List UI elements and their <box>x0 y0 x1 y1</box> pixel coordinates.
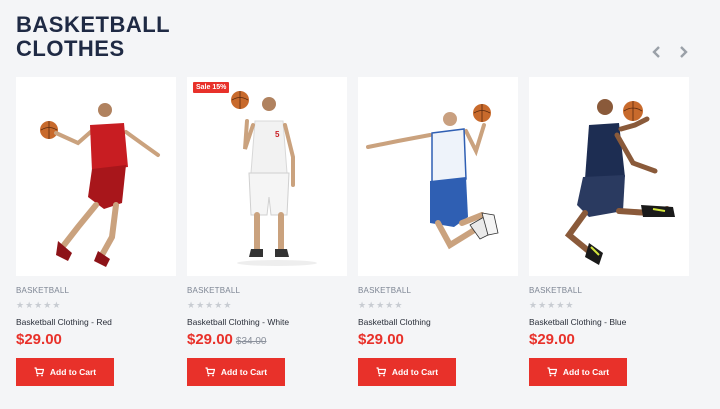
star-icon: ★ <box>358 301 367 311</box>
svg-text:5: 5 <box>275 130 280 139</box>
star-icon: ★ <box>376 301 385 311</box>
rating-stars: ★ ★ ★ ★ ★ <box>187 301 347 311</box>
star-icon: ★ <box>547 301 556 311</box>
add-to-cart-button[interactable]: Add to Cart <box>529 358 627 386</box>
product-category: BASKETBALL <box>529 286 583 295</box>
cart-icon <box>376 367 386 377</box>
product-grid: BASKETBALL ★ ★ ★ ★ ★ Basketball Clothing - R… <box>16 77 689 386</box>
star-icon: ★ <box>187 301 196 311</box>
rating-stars: ★ ★ ★ ★ ★ <box>529 301 689 311</box>
star-icon: ★ <box>34 301 43 311</box>
product-card: BASKETBALL ★ ★ ★ ★ ★ Basketball Clothing - R… <box>16 77 176 386</box>
star-icon: ★ <box>565 301 574 311</box>
star-icon: ★ <box>223 301 232 311</box>
cart-icon <box>547 367 557 377</box>
price-row: $29.00 <box>16 331 176 349</box>
chevron-left-icon[interactable] <box>650 44 664 60</box>
star-icon: ★ <box>529 301 538 311</box>
product-card: BASKETBALL ★ ★ ★ ★ ★ Basketball Clothing $29… <box>358 77 518 386</box>
product-image[interactable] <box>358 77 518 276</box>
chevron-right-icon[interactable] <box>676 44 690 60</box>
add-to-cart-label: Add to Cart <box>49 367 97 377</box>
product-name[interactable]: Basketball Clothing - Red <box>16 317 176 328</box>
star-icon: ★ <box>214 301 223 311</box>
product-image[interactable]: Sale 15% 5 <box>187 77 347 276</box>
add-to-cart-label: Add to Cart <box>220 367 268 377</box>
add-to-cart-button[interactable]: Add to Cart <box>358 358 456 386</box>
product-image[interactable] <box>16 77 176 276</box>
product-image[interactable] <box>529 77 689 276</box>
cart-icon <box>34 367 44 377</box>
product-price: $29.00 <box>187 331 233 348</box>
product-name[interactable]: Basketball Clothing - Blue <box>529 317 689 328</box>
add-to-cart-button[interactable]: Add to Cart <box>187 358 285 386</box>
price-row: $29.00 $34.00 <box>187 331 347 349</box>
product-category: BASKETBALL <box>358 286 412 295</box>
star-icon: ★ <box>196 301 205 311</box>
product-price: $29.00 <box>358 331 404 348</box>
product-price: $29.00 <box>529 331 575 348</box>
star-icon: ★ <box>52 301 61 311</box>
star-icon: ★ <box>25 301 34 311</box>
product-name[interactable]: Basketball Clothing - White <box>187 317 347 328</box>
product-category: BASKETBALL <box>187 286 241 295</box>
cart-icon <box>205 367 215 377</box>
add-to-cart-button[interactable]: Add to Cart <box>16 358 114 386</box>
product-card: BASKETBALL ★ ★ ★ ★ ★ Basketball Clothing - B… <box>529 77 689 386</box>
rating-stars: ★ ★ ★ ★ ★ <box>358 301 518 311</box>
price-row: $29.00 <box>529 331 689 349</box>
sale-badge: Sale 15% <box>193 82 230 93</box>
product-category: BASKETBALL <box>16 286 70 295</box>
rating-stars: ★ ★ ★ ★ ★ <box>16 301 176 311</box>
add-to-cart-label: Add to Cart <box>391 367 439 377</box>
product-card: Sale 15% 5 BASKETBALL ★ ★ ★ ★ ★ Basketball C… <box>187 77 347 386</box>
star-icon: ★ <box>205 301 214 311</box>
star-icon: ★ <box>385 301 394 311</box>
star-icon: ★ <box>43 301 52 311</box>
star-icon: ★ <box>367 301 376 311</box>
product-price: $29.00 <box>16 331 62 348</box>
star-icon: ★ <box>556 301 565 311</box>
carousel-nav <box>650 44 690 60</box>
star-icon: ★ <box>16 301 25 311</box>
star-icon: ★ <box>394 301 403 311</box>
add-to-cart-label: Add to Cart <box>562 367 610 377</box>
product-name[interactable]: Basketball Clothing <box>358 317 518 328</box>
price-row: $29.00 <box>358 331 518 349</box>
product-old-price: $34.00 <box>235 336 267 347</box>
section-title: BASKETBALL CLOTHES <box>16 12 170 61</box>
star-icon: ★ <box>538 301 547 311</box>
